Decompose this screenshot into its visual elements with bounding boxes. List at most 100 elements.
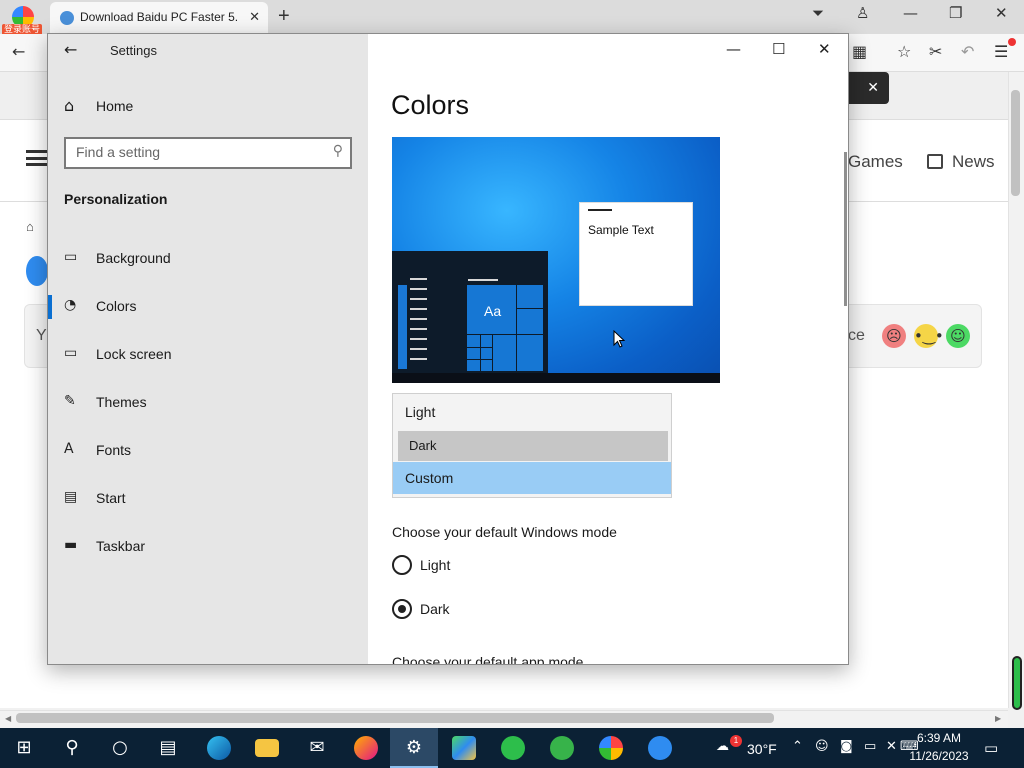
preview-menu-line — [410, 308, 427, 310]
sidebar-item-start[interactable]: ▤ Start — [48, 479, 368, 519]
mode-option-label: Light — [405, 404, 436, 420]
mode-option-dark[interactable]: Dark — [398, 431, 668, 461]
preview-start-strip — [398, 285, 407, 369]
browser-logo[interactable]: 登录账号 — [0, 0, 48, 36]
mode-option-light[interactable]: Light — [393, 396, 671, 428]
browser-tab[interactable]: Download Baidu PC Faster 5.1 ✕ — [50, 2, 268, 34]
search-input[interactable] — [76, 144, 316, 160]
nav-news-link[interactable]: News — [952, 152, 995, 172]
preview-tile-divider — [516, 308, 543, 309]
radio-label: Dark — [420, 601, 450, 617]
preview-taskbar — [392, 373, 720, 383]
refresh-app-icon[interactable] — [538, 728, 586, 768]
sidebar-item-background[interactable]: ▭ Background — [48, 239, 368, 279]
search-icon[interactable]: ⚲ — [333, 143, 343, 159]
windows-start-icon[interactable]: ⊞ — [0, 728, 48, 768]
radio-button[interactable] — [392, 555, 412, 575]
file-explorer-icon[interactable] — [243, 728, 291, 768]
scroll-left-arrow-icon[interactable]: ◀ — [5, 714, 11, 723]
apps-grid-icon[interactable]: ▦ — [852, 42, 867, 61]
browser-minimize-button[interactable]: — — [903, 4, 918, 22]
happy-face-icon[interactable]: ☺ — [946, 324, 970, 348]
tab-close-button[interactable]: ✕ — [249, 9, 260, 25]
page-vertical-scroll-thumb[interactable] — [1011, 90, 1020, 196]
browser-menu-down-icon[interactable]: ⏷ — [812, 4, 824, 22]
start-icon: ▤ — [64, 489, 78, 505]
neutral-face-icon[interactable]: •‿• — [914, 324, 944, 348]
weather-icon[interactable]: ☁ — [716, 739, 729, 754]
close-button[interactable]: ✕ — [818, 40, 831, 58]
multicolor-app-icon[interactable] — [440, 728, 488, 768]
sidebar-item-themes[interactable]: ✎ Themes — [48, 383, 368, 423]
back-arrow-icon[interactable]: ← — [12, 42, 25, 61]
sidebar-item-lock-screen[interactable]: ▭ Lock screen — [48, 335, 368, 375]
firefox-icon[interactable] — [342, 728, 390, 768]
home-label: Home — [96, 98, 134, 114]
page-hamburger-icon[interactable] — [26, 150, 48, 166]
home-icon: ⌂ — [64, 96, 75, 115]
clock-time[interactable]: 6:39 AM — [914, 731, 964, 745]
notification-center-icon[interactable]: ▭ — [984, 739, 998, 757]
search-icon[interactable]: ⚲ — [48, 728, 96, 768]
nav-games-link[interactable]: Games — [848, 152, 903, 172]
undo-icon[interactable]: ↶ — [961, 42, 974, 61]
sad-face-icon[interactable]: ☹ — [882, 324, 906, 348]
mode-option-label: Custom — [405, 470, 454, 486]
preview-window: Sample Text — [579, 202, 693, 306]
mail-icon[interactable]: ✉ — [293, 728, 341, 768]
page-home-icon[interactable]: ⌂ — [26, 219, 34, 234]
back-arrow-icon[interactable]: ← — [64, 40, 77, 59]
camera-icon[interactable]: ◙ — [840, 739, 853, 754]
new-tab-button[interactable]: + — [278, 5, 290, 28]
menu-icon[interactable]: ☰ — [994, 42, 1008, 61]
preview-menu-line — [410, 318, 427, 320]
app-logo-icon — [26, 256, 48, 286]
browser-close-button[interactable]: ✕ — [995, 4, 1008, 22]
volume-muted-icon[interactable]: ✕ — [886, 739, 897, 754]
scissors-icon[interactable]: ✂ — [929, 42, 942, 61]
temperature[interactable]: 30°F — [747, 741, 777, 757]
sidebar-item-fonts[interactable]: A Fonts — [48, 431, 368, 471]
cortana-icon[interactable]: ○ — [96, 728, 144, 768]
sidebar-item-colors[interactable]: ◔ Colors — [48, 287, 368, 327]
maximize-button[interactable]: ☐ — [772, 40, 785, 58]
tooltip-close-icon[interactable]: ✕ — [867, 79, 879, 96]
shirt-icon[interactable]: ♙ — [856, 4, 869, 22]
tray-app-icon[interactable]: ☺ — [815, 739, 829, 754]
network-icon[interactable]: ▭ — [864, 739, 876, 754]
notification-dot — [1008, 38, 1016, 46]
green-side-widget[interactable] — [1012, 656, 1022, 710]
clock-date[interactable]: 11/26/2023 — [904, 749, 974, 763]
sidebar-item-label: Themes — [96, 394, 147, 410]
mode-option-custom[interactable]: Custom — [393, 462, 671, 494]
browser-tab-bar: 登录账号 Download Baidu PC Faster 5.1 ✕ + ⏷ … — [0, 0, 1024, 36]
colorful-browser-icon[interactable] — [587, 728, 635, 768]
preview-tile-divider — [516, 285, 517, 371]
radio-button[interactable] — [392, 599, 412, 619]
feedback-text-right: ce — [848, 327, 865, 344]
scroll-right-arrow-icon[interactable]: ▶ — [995, 714, 1001, 723]
radio-label: Light — [420, 557, 451, 573]
favorites-icon[interactable]: ☆ — [897, 42, 911, 61]
font-icon: A — [64, 441, 74, 457]
edge-icon[interactable] — [195, 728, 243, 768]
task-view-icon[interactable]: ▤ — [144, 728, 192, 768]
minimize-button[interactable]: — — [726, 40, 741, 58]
blue-app-icon[interactable] — [636, 728, 684, 768]
browser-restore-button[interactable]: ❐ — [949, 4, 962, 22]
page-horizontal-scroll-thumb[interactable] — [16, 713, 774, 723]
preview-tile-header — [468, 279, 498, 281]
selection-indicator — [48, 295, 52, 319]
settings-gear-icon[interactable]: ⚙ — [390, 728, 438, 768]
search-box[interactable]: ⚲ — [64, 137, 352, 169]
color-mode-dropdown-list[interactable]: Light Dark Custom — [392, 393, 672, 498]
settings-scrollbar[interactable] — [844, 152, 847, 306]
show-hidden-icons-chevron-icon[interactable]: ⌃ — [792, 739, 803, 754]
radio-checked-dot — [398, 605, 406, 613]
green-plus-app-icon[interactable] — [489, 728, 537, 768]
windows-mode-label: Choose your default Windows mode — [392, 524, 617, 540]
sidebar-item-taskbar[interactable]: ▬ Taskbar — [48, 527, 368, 567]
sidebar-item-label: Lock screen — [96, 346, 172, 362]
app-mode-label: Choose your default app mode — [392, 654, 584, 665]
weather-badge: 1 — [730, 735, 742, 747]
